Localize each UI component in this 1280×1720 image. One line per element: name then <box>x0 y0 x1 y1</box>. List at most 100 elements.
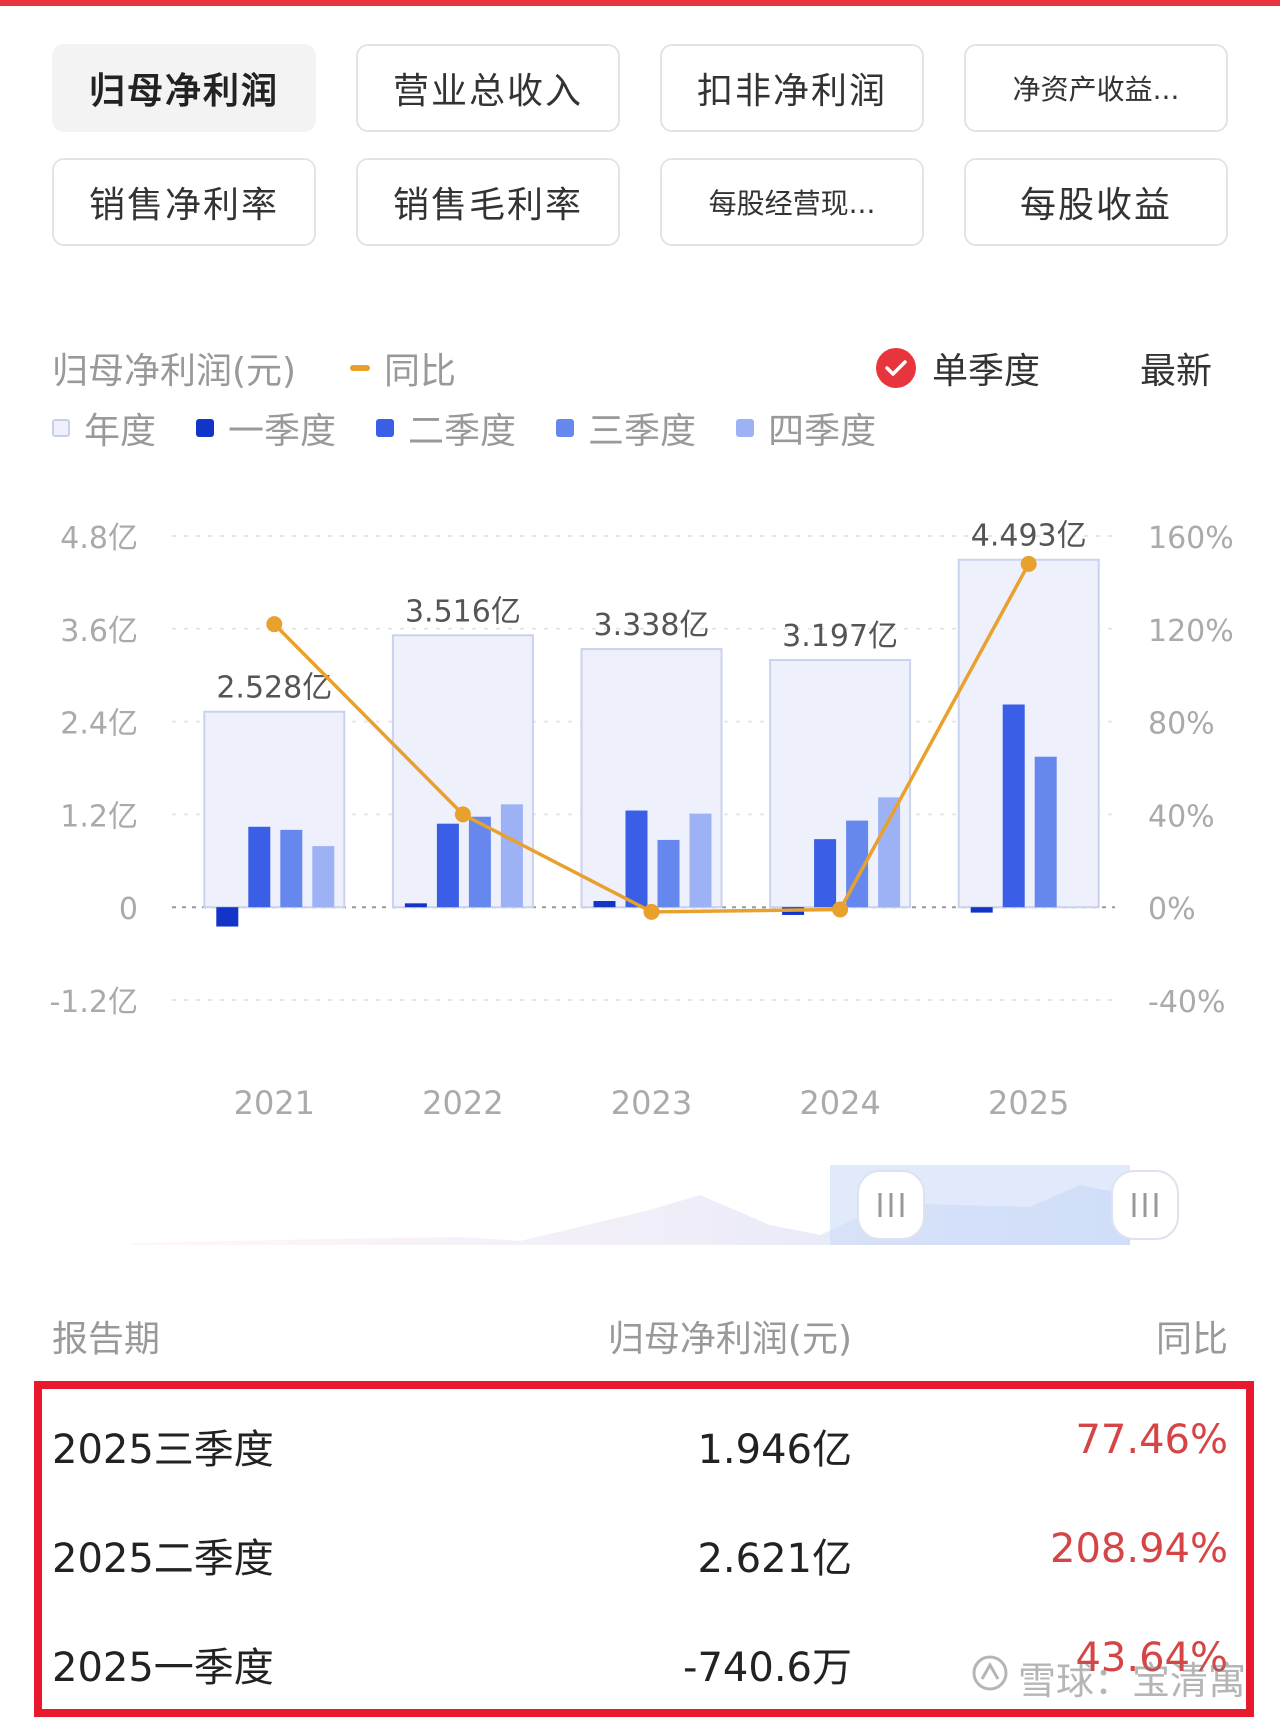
x-axis-tick-label: 2024 <box>799 1084 880 1120</box>
header-report-period: 报告期 <box>52 1319 161 1360</box>
x-axis-tick-label: 2021 <box>234 1084 315 1120</box>
chart-legend: 年度 一季度 二季度 三季度 四季度 <box>52 402 916 454</box>
legend-swatch <box>52 419 70 437</box>
tab-eps[interactable]: 每股收益 <box>964 158 1228 246</box>
quarter-bar <box>404 903 427 908</box>
row-value: 2.621亿 <box>697 1536 852 1582</box>
tab-gross-margin[interactable]: 销售毛利率 <box>356 158 620 246</box>
tab-net-margin[interactable]: 销售净利率 <box>52 158 316 246</box>
header-yoy: 同比 <box>1155 1319 1228 1360</box>
tab-label: 销售毛利率 <box>392 185 583 226</box>
y-axis-right-tick-label: 120% <box>1148 614 1234 649</box>
tab-label: 扣非净利润 <box>696 71 887 112</box>
x-axis-tick-label: 年报 <box>808 1118 872 1120</box>
tab-net-profit-parent[interactable]: 归母净利润 <box>52 44 316 132</box>
annual-bar <box>957 558 1100 909</box>
legend-item-q3[interactable]: 三季度 <box>556 402 696 454</box>
yoy-point <box>643 903 660 920</box>
quarter-bar <box>248 826 271 908</box>
y-axis-right-tick-label: -40% <box>1148 985 1226 1020</box>
y-axis-right-tick-label: 40% <box>1148 799 1215 834</box>
watermark-text: 雪球：宝清寓 <box>1017 1659 1246 1703</box>
quarter-bar <box>216 907 239 927</box>
yoy-point <box>266 616 283 633</box>
y-axis-left-tick-label: 4.8亿 <box>60 521 138 556</box>
single-quarter-label: 单季度 <box>932 351 1041 392</box>
legend-label: 二季度 <box>408 411 517 452</box>
chart-title: 归母净利润(元) <box>52 351 297 392</box>
header-net-profit: 归母净利润(元) <box>607 1319 852 1360</box>
metric-tabs: 归母净利润 营业总收入 扣非净利润 净资产收益... 销售净利率 销售毛利率 每… <box>52 44 1228 246</box>
checkmark-icon <box>876 348 916 388</box>
net-profit-chart: 4.8亿 160% 3.6亿 120% 2.4亿 80% 1.2亿 40% 0 0% -1.2亿 -4… <box>49 519 1234 1120</box>
yoy-legend-label: 同比 <box>384 351 457 392</box>
chart-header: 归母净利润(元) 同比 单季度 最新 <box>52 342 1228 394</box>
annual-bar-label: 3.338亿 <box>594 608 710 643</box>
row-value: 1.946亿 <box>697 1427 852 1473</box>
x-axis-tick-label: 2022 <box>422 1084 503 1120</box>
legend-item-q1[interactable]: 一季度 <box>196 402 336 454</box>
table-row[interactable]: 2025二季度 2.621亿 208.94% <box>52 1512 1228 1592</box>
quarter-bar <box>878 797 901 908</box>
annual-bar-label: 3.516亿 <box>405 594 521 629</box>
x-axis-tick-label: 2025 <box>988 1084 1069 1120</box>
tab-label: 归母净利润 <box>88 71 279 112</box>
y-axis-left-tick-label: 2.4亿 <box>60 707 138 742</box>
yoy-legend[interactable]: 同比 <box>350 342 456 394</box>
quarter-bar <box>657 839 680 908</box>
x-axis-tick-label: 年报 <box>431 1118 495 1120</box>
y-axis-right-tick-label: 0% <box>1148 892 1196 927</box>
legend-item-q2[interactable]: 二季度 <box>376 402 516 454</box>
legend-swatch <box>196 419 215 437</box>
quarter-bar <box>970 907 993 913</box>
quarter-bar <box>436 823 459 908</box>
latest-button[interactable]: 最新 <box>1140 342 1212 394</box>
annual-bar-label: 2.528亿 <box>216 671 332 706</box>
quarter-bar <box>689 813 712 908</box>
tab-total-revenue[interactable]: 营业总收入 <box>356 44 620 132</box>
legend-swatch <box>376 419 395 437</box>
range-navigator[interactable] <box>130 1165 1180 1245</box>
yoy-point <box>1020 555 1037 572</box>
legend-label: 四季度 <box>768 411 877 452</box>
legend-item-q4[interactable]: 四季度 <box>736 402 876 454</box>
annual-bar-label: 3.197亿 <box>782 619 898 654</box>
quarter-bar <box>468 816 491 908</box>
single-quarter-toggle[interactable]: 单季度 <box>876 342 1040 394</box>
navigator-right-handle[interactable] <box>1111 1170 1179 1240</box>
quarter-bar <box>280 829 303 908</box>
yoy-point <box>454 806 471 823</box>
y-axis-left-tick-label: 1.2亿 <box>60 799 138 834</box>
tab-label: 营业总收入 <box>392 71 583 112</box>
row-yoy: 208.94% <box>1050 1526 1228 1572</box>
table-row[interactable]: 2025三季度 1.946亿 77.46% <box>52 1403 1228 1483</box>
x-axis-tick-label: 三季报 <box>981 1118 1077 1120</box>
legend-label: 一季度 <box>228 411 337 452</box>
tab-roe[interactable]: 净资产收益... <box>964 44 1228 132</box>
tab-operating-cashflow-per-share[interactable]: 每股经营现... <box>660 158 924 246</box>
quarter-bar <box>1034 756 1057 908</box>
y-axis-right-tick-label: 80% <box>1148 707 1215 742</box>
y-axis-right-tick-label: 160% <box>1148 521 1234 556</box>
y-axis-left-tick-label: 0 <box>119 892 138 927</box>
tab-label: 每股收益 <box>1019 185 1172 226</box>
x-axis-tick-label: 年报 <box>619 1118 683 1120</box>
watermark: 雪球：宝清寓 <box>970 1650 1246 1705</box>
row-period: 2025二季度 <box>52 1536 274 1582</box>
tab-label: 销售净利率 <box>88 185 279 226</box>
tab-deducted-net-profit[interactable]: 扣非净利润 <box>660 44 924 132</box>
navigator-left-handle[interactable] <box>857 1170 925 1240</box>
quarter-bar <box>312 846 335 908</box>
row-period: 2025三季度 <box>52 1427 274 1473</box>
legend-item-annual[interactable]: 年度 <box>52 402 156 454</box>
yoy-point <box>832 901 849 918</box>
tab-label: 净资产收益... <box>1012 73 1180 106</box>
y-axis-left-tick-label: 3.6亿 <box>60 614 138 649</box>
quarter-bar <box>593 901 616 908</box>
row-period: 2025一季度 <box>52 1645 274 1691</box>
y-axis-left-tick-label: -1.2亿 <box>49 985 138 1020</box>
snowball-logo-icon <box>970 1653 1010 1702</box>
table-header: 报告期 归母净利润(元) 同比 <box>52 1310 1228 1366</box>
x-axis-tick-label: 年报 <box>242 1118 306 1120</box>
legend-swatch <box>736 419 755 437</box>
